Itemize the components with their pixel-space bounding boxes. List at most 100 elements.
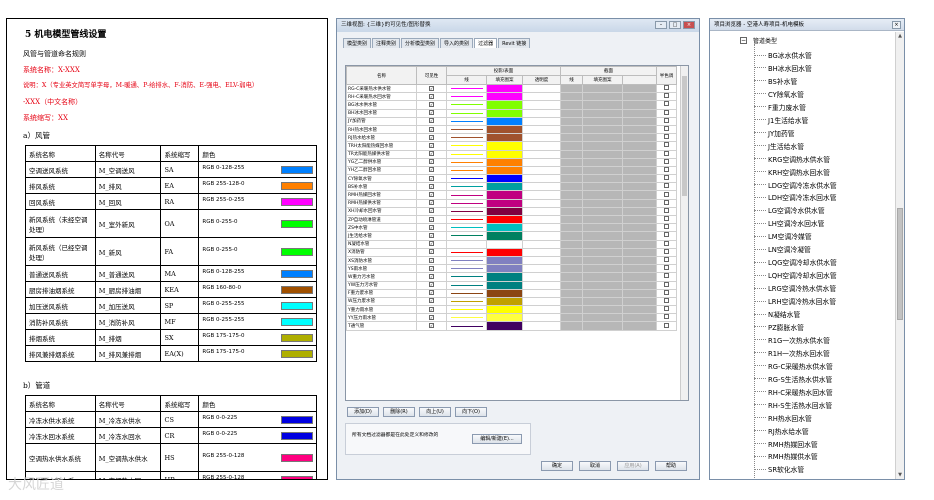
tree-item[interactable]: BS补水管 bbox=[754, 76, 797, 86]
tree-item[interactable]: J1生活给水管 bbox=[754, 115, 808, 125]
minimize-icon[interactable]: – bbox=[655, 21, 667, 29]
line-override[interactable] bbox=[446, 198, 487, 208]
transparency-override[interactable] bbox=[522, 165, 561, 176]
line-override[interactable] bbox=[446, 124, 487, 135]
transparency-override[interactable] bbox=[522, 83, 561, 94]
visibility-checkbox[interactable]: ✓ bbox=[429, 298, 434, 304]
fill-pattern-override[interactable] bbox=[486, 239, 523, 249]
filter-row[interactable]: Y重力雨水管 ✓ bbox=[346, 305, 677, 315]
filter-row[interactable]: CY除氧水管 ✓ bbox=[346, 174, 677, 184]
cut-line-override[interactable] bbox=[560, 116, 583, 126]
tree-item[interactable]: KRG空调热水供水管 bbox=[754, 154, 830, 164]
visibility-checkbox[interactable]: ✓ bbox=[429, 208, 434, 214]
visibility-checkbox[interactable]: ✓ bbox=[429, 85, 434, 91]
line-override[interactable] bbox=[446, 272, 487, 282]
fill-pattern-override[interactable] bbox=[486, 141, 523, 151]
halftone-checkbox[interactable] bbox=[664, 85, 669, 91]
cut-fill-override[interactable] bbox=[582, 92, 623, 102]
filter-row[interactable]: RMH热媒供水管 ✓ bbox=[346, 198, 677, 208]
cut-line-override[interactable] bbox=[560, 255, 583, 266]
tree-item[interactable]: RH热水回水管 bbox=[754, 413, 812, 423]
cut-fill-override[interactable] bbox=[582, 321, 623, 331]
line-override[interactable] bbox=[446, 239, 487, 249]
move-down-button[interactable]: 向下(O) bbox=[455, 407, 487, 417]
tab-imported-categories[interactable]: 导入的类别 bbox=[440, 38, 474, 48]
cut-fill-override[interactable] bbox=[582, 206, 623, 217]
cut-fill-override[interactable] bbox=[582, 231, 623, 241]
filter-row[interactable]: RG-C采暖热水供水管 ✓ bbox=[346, 83, 677, 94]
line-override[interactable] bbox=[446, 255, 487, 266]
visibility-checkbox[interactable]: ✓ bbox=[429, 306, 434, 312]
cut-line-override[interactable] bbox=[560, 313, 583, 323]
line-override[interactable] bbox=[446, 165, 487, 176]
tree-item[interactable]: F重力废水管 bbox=[754, 102, 806, 112]
close-icon[interactable]: × bbox=[683, 21, 695, 29]
fill-pattern-override[interactable] bbox=[486, 157, 523, 167]
cut-fill-override[interactable] bbox=[582, 247, 623, 257]
fill-pattern-override[interactable] bbox=[486, 133, 523, 143]
fill-pattern-override[interactable] bbox=[486, 174, 523, 184]
filter-row[interactable]: W压力废水管 ✓ bbox=[346, 296, 677, 307]
transparency-override[interactable] bbox=[522, 149, 561, 159]
cut-fill-override[interactable] bbox=[582, 165, 623, 176]
cut-line-override[interactable] bbox=[560, 272, 583, 282]
transparency-override[interactable] bbox=[522, 206, 561, 217]
transparency-override[interactable] bbox=[522, 280, 561, 290]
line-override[interactable] bbox=[446, 247, 487, 257]
transparency-override[interactable] bbox=[522, 247, 561, 257]
help-button[interactable]: 帮助 bbox=[655, 461, 687, 471]
tree-item[interactable]: LDH空调冷冻水回水管 bbox=[754, 192, 837, 202]
filter-row[interactable]: T通气管 ✓ bbox=[346, 321, 677, 331]
filter-row[interactable]: X消防管 ✓ bbox=[346, 247, 677, 257]
halftone-checkbox[interactable] bbox=[664, 151, 669, 156]
transparency-override[interactable] bbox=[522, 174, 561, 184]
cut-line-override[interactable] bbox=[560, 174, 583, 184]
transparency-override[interactable] bbox=[522, 296, 561, 307]
transparency-override[interactable] bbox=[522, 100, 561, 110]
cut-fill-override[interactable] bbox=[582, 214, 623, 225]
tree-item[interactable]: PZ膨胀水管 bbox=[754, 322, 804, 332]
line-override[interactable] bbox=[446, 206, 487, 217]
halftone-checkbox[interactable] bbox=[664, 232, 669, 238]
maximize-icon[interactable]: □ bbox=[669, 21, 681, 29]
filter-row[interactable]: XS消防水管 ✓ bbox=[346, 255, 677, 266]
filter-row[interactable]: W重力污水管 ✓ bbox=[346, 272, 677, 282]
visibility-checkbox[interactable]: ✓ bbox=[429, 167, 434, 173]
cut-line-override[interactable] bbox=[560, 149, 583, 159]
fill-pattern-override[interactable] bbox=[486, 247, 523, 257]
line-override[interactable] bbox=[446, 288, 487, 298]
move-up-button[interactable]: 向上(U) bbox=[419, 407, 451, 417]
line-override[interactable] bbox=[446, 157, 487, 167]
halftone-checkbox[interactable] bbox=[664, 216, 669, 222]
halftone-checkbox[interactable] bbox=[664, 306, 669, 312]
line-override[interactable] bbox=[446, 182, 487, 192]
line-override[interactable] bbox=[446, 141, 487, 151]
fill-pattern-override[interactable] bbox=[486, 296, 523, 307]
transparency-override[interactable] bbox=[522, 133, 561, 143]
tab-revit-links[interactable]: Revit 链接 bbox=[498, 38, 531, 48]
line-override[interactable] bbox=[446, 108, 487, 118]
tree-item[interactable]: RG-S生活热水供水管 bbox=[754, 374, 832, 384]
fill-pattern-override[interactable] bbox=[486, 272, 523, 282]
halftone-checkbox[interactable] bbox=[664, 118, 669, 123]
fill-pattern-override[interactable] bbox=[486, 116, 523, 126]
visibility-checkbox[interactable]: ✓ bbox=[429, 216, 434, 222]
cut-fill-override[interactable] bbox=[582, 239, 623, 249]
transparency-override[interactable] bbox=[522, 198, 561, 208]
fill-pattern-override[interactable] bbox=[486, 182, 523, 192]
cut-fill-override[interactable] bbox=[582, 264, 623, 274]
tree-item[interactable]: JY加药管 bbox=[754, 128, 795, 138]
cut-line-override[interactable] bbox=[560, 133, 583, 143]
visibility-checkbox[interactable]: ✓ bbox=[429, 257, 434, 263]
halftone-checkbox[interactable] bbox=[664, 322, 669, 328]
fill-pattern-override[interactable] bbox=[486, 223, 523, 233]
line-override[interactable] bbox=[446, 214, 487, 225]
visibility-checkbox[interactable]: ✓ bbox=[429, 183, 434, 189]
grid-scrollbar[interactable] bbox=[680, 66, 688, 400]
cut-line-override[interactable] bbox=[560, 231, 583, 241]
transparency-override[interactable] bbox=[522, 231, 561, 241]
visibility-checkbox[interactable]: ✓ bbox=[429, 290, 434, 296]
fill-pattern-override[interactable] bbox=[486, 83, 523, 94]
tree-item[interactable]: R1H一次热水回水管 bbox=[754, 348, 830, 358]
cut-line-override[interactable] bbox=[560, 108, 583, 118]
